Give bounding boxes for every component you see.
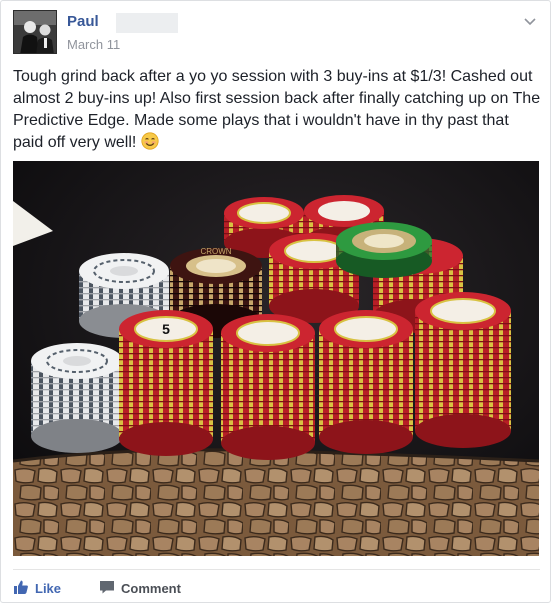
- chip-stack-red-front-4: [415, 292, 511, 448]
- like-label: Like: [35, 581, 62, 596]
- author-name[interactable]: Paul: [67, 13, 99, 30]
- chip-green-top: [336, 222, 432, 278]
- chip-stack-red-front-1: 5: [119, 310, 213, 456]
- thumbs-up-icon: [13, 579, 35, 598]
- comment-bubble-icon: [99, 579, 121, 598]
- comment-button[interactable]: Comment: [99, 579, 181, 598]
- post-date[interactable]: March 11: [67, 37, 120, 52]
- post-header: Paul March 11: [13, 10, 540, 54]
- profile-avatar[interactable]: [13, 10, 57, 54]
- chip-brand-text: CROWN: [200, 247, 231, 256]
- leather-rail: [13, 449, 539, 556]
- post-photo-poker-chips[interactable]: CROWN 5: [13, 161, 539, 556]
- post-action-bar: Like Comment: [13, 569, 540, 604]
- comment-label: Comment: [121, 581, 181, 596]
- chip-stack-red-front-2: [221, 314, 315, 460]
- post-text: Tough grind back after a yo yo session w…: [13, 68, 541, 151]
- smiling-face-emoji-icon: [141, 132, 159, 157]
- chip-denomination: 5: [162, 321, 170, 337]
- chevron-down-icon[interactable]: [523, 14, 537, 26]
- chip-stack-red-front-3: [319, 310, 413, 454]
- chip-stack-white-front: [31, 343, 123, 453]
- facebook-post: Paul March 11 Tough grind back after a y…: [0, 0, 551, 603]
- like-button[interactable]: Like: [13, 579, 61, 598]
- post-body: Tough grind back after a yo yo session w…: [13, 66, 543, 157]
- redacted-surname: [116, 13, 178, 33]
